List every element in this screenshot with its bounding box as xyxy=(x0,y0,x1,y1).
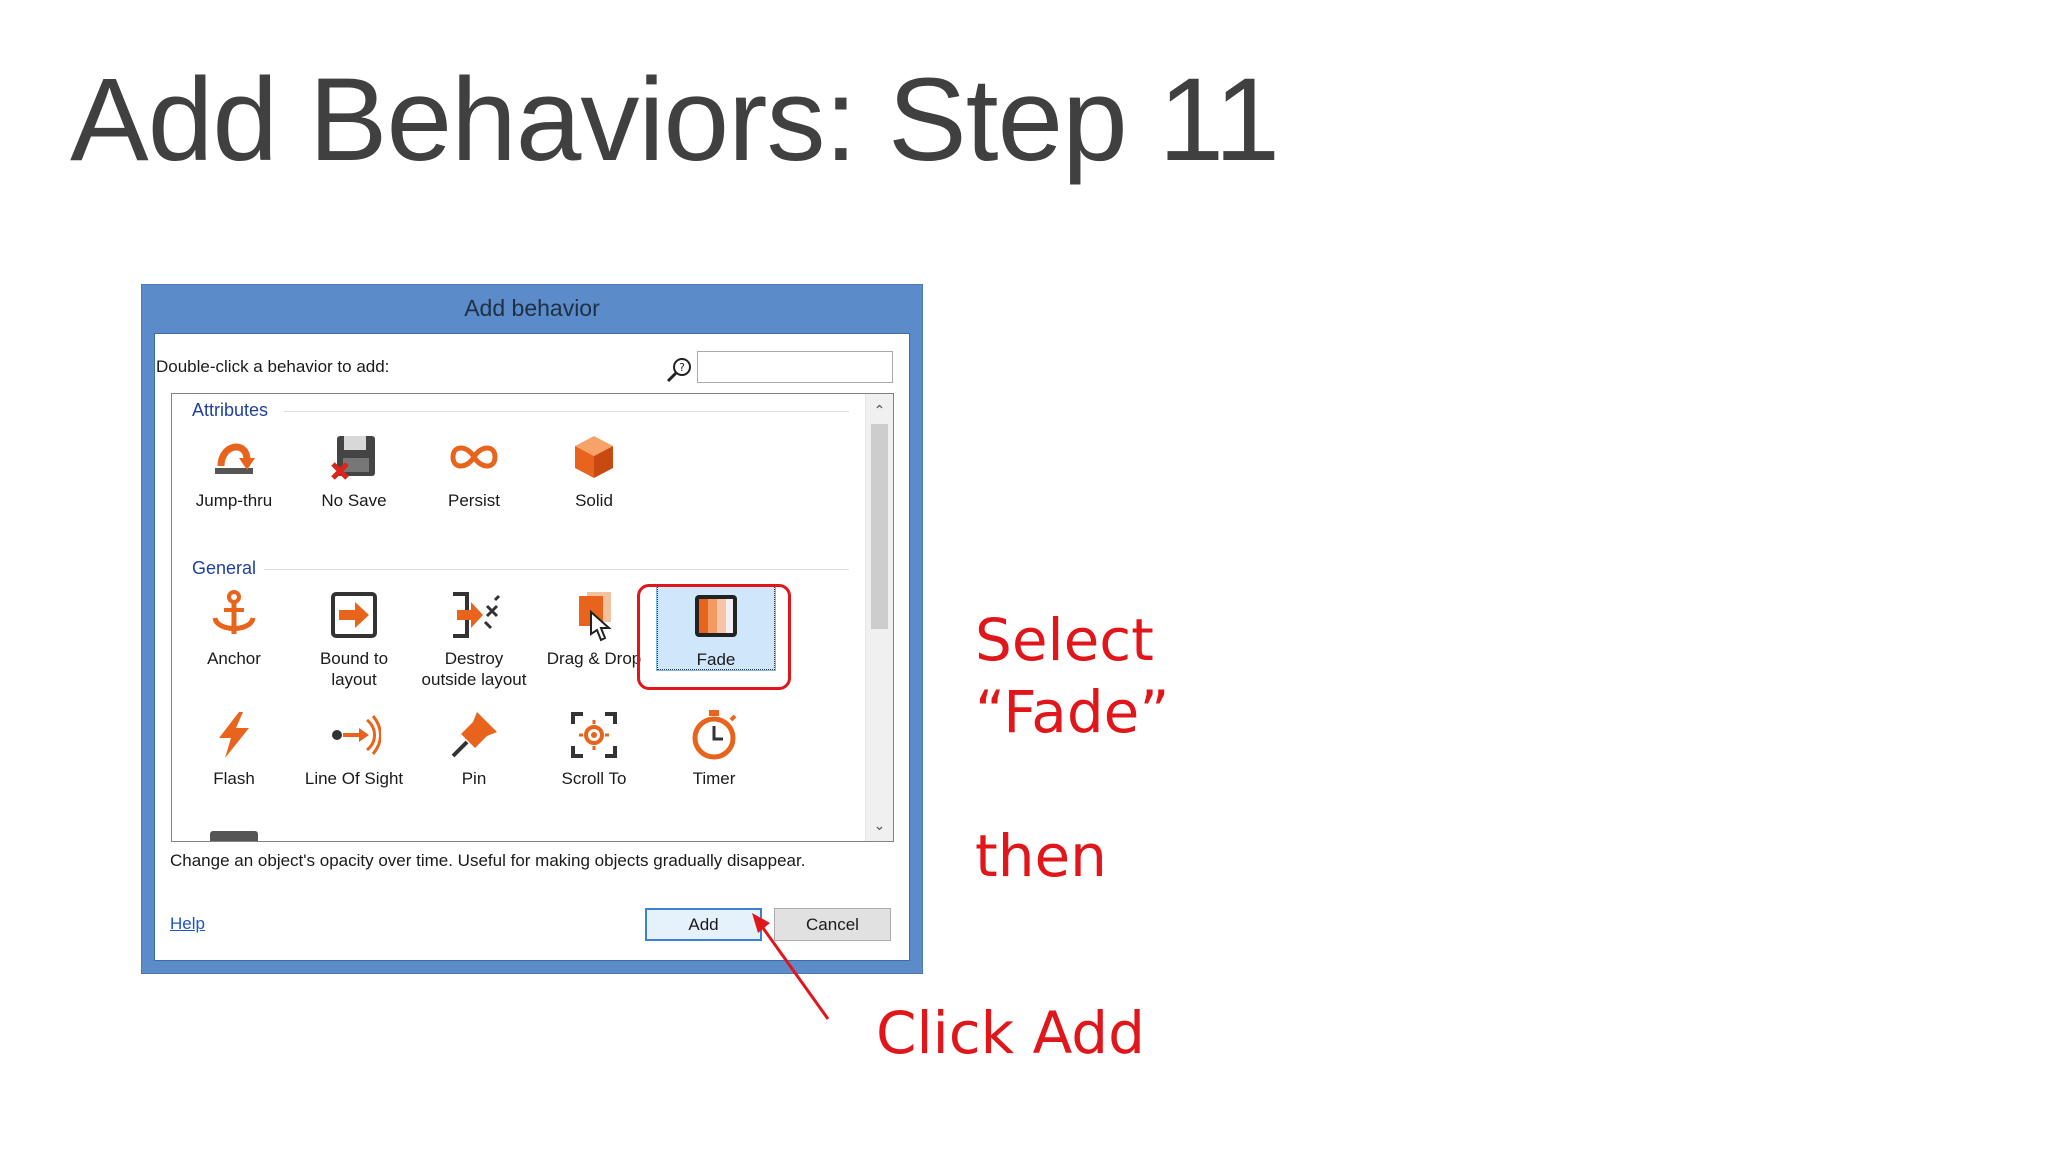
behavior-item-pin[interactable]: Pin xyxy=(415,708,533,789)
item-label: Bound to layout xyxy=(319,649,389,689)
item-label: No Save xyxy=(321,491,387,510)
scroll-thumb[interactable] xyxy=(871,424,888,629)
infinity-icon xyxy=(450,445,498,469)
floppy-disk-icon xyxy=(331,436,375,480)
scroll-up-icon[interactable]: ⌃ xyxy=(866,398,893,424)
item-label: Destroy outside layout xyxy=(421,649,527,689)
dialog-title: Add behavior xyxy=(464,295,600,321)
behavior-item-flash[interactable]: Flash xyxy=(175,708,293,789)
behavior-item-no-save[interactable]: No Save xyxy=(295,430,413,511)
help-link[interactable]: Help xyxy=(170,914,205,934)
group-header-attributes: Attributes xyxy=(192,400,269,420)
behavior-item-jump-thru[interactable]: Jump-thru xyxy=(175,430,293,511)
svg-text:?: ? xyxy=(679,361,685,374)
drag-drop-icon xyxy=(579,592,612,642)
item-label: Scroll To xyxy=(561,769,627,788)
item-label: Solid xyxy=(575,491,613,510)
cube-icon xyxy=(575,436,613,478)
behavior-item-bound-to-layout[interactable]: Bound to layout xyxy=(295,588,413,690)
lightning-icon xyxy=(219,712,249,758)
annotation-fade: “Fade” xyxy=(975,678,1170,746)
behavior-item-solid[interactable]: Solid xyxy=(535,430,653,511)
annotation-then: then xyxy=(975,822,1107,890)
jump-thru-icon xyxy=(215,443,255,474)
scroll-down-icon[interactable]: ⌄ xyxy=(866,813,893,839)
group-divider xyxy=(264,569,849,570)
list-scrollbar[interactable]: ⌃ ⌄ xyxy=(865,394,893,841)
item-label: Drag & Drop xyxy=(546,649,642,668)
item-label: Jump-thru xyxy=(195,491,273,510)
behavior-description: Change an object's opacity over time. Us… xyxy=(170,851,806,870)
item-label: Anchor xyxy=(207,649,261,668)
item-label: Pin xyxy=(461,769,487,788)
behavior-item-timer[interactable]: Timer xyxy=(655,708,773,789)
slide-title: Add Behaviors: Step 11 xyxy=(70,54,1280,186)
line-of-sight-icon xyxy=(332,715,381,755)
stopwatch-icon xyxy=(692,710,737,760)
annotation-click-add: Click Add xyxy=(876,999,1145,1067)
search-input[interactable] xyxy=(697,351,893,383)
behavior-item-destroy-outside-layout[interactable]: Destroy outside layout xyxy=(415,588,533,690)
destroy-outside-layout-icon xyxy=(453,592,501,638)
search-icon: ? xyxy=(666,358,691,383)
item-label: Timer xyxy=(692,769,736,788)
dialog-hint: Double-click a behavior to add: xyxy=(156,357,390,376)
behavior-item-anchor[interactable]: Anchor xyxy=(175,588,293,669)
behavior-item-persist[interactable]: Persist xyxy=(415,430,533,511)
bound-to-layout-icon xyxy=(331,592,377,638)
pointer-arrow-icon xyxy=(752,913,830,1020)
fade-highlight-box xyxy=(637,584,791,690)
behavior-item-line-of-sight[interactable]: Line Of Sight xyxy=(295,708,413,789)
behavior-item-scroll-to[interactable]: Scroll To xyxy=(535,708,653,789)
item-label: Line Of Sight xyxy=(304,769,404,788)
item-label: Persist xyxy=(448,491,500,510)
pin-icon xyxy=(451,712,497,758)
item-label: Flash xyxy=(213,769,255,788)
anchor-icon xyxy=(212,590,256,634)
group-divider xyxy=(284,411,849,412)
annotation-select: Select xyxy=(975,606,1154,674)
scroll-to-icon xyxy=(571,712,617,758)
behavior-item-drag-drop[interactable]: Drag & Drop xyxy=(535,588,653,669)
partial-item-icon xyxy=(210,831,258,841)
group-header-general: General xyxy=(192,558,257,578)
